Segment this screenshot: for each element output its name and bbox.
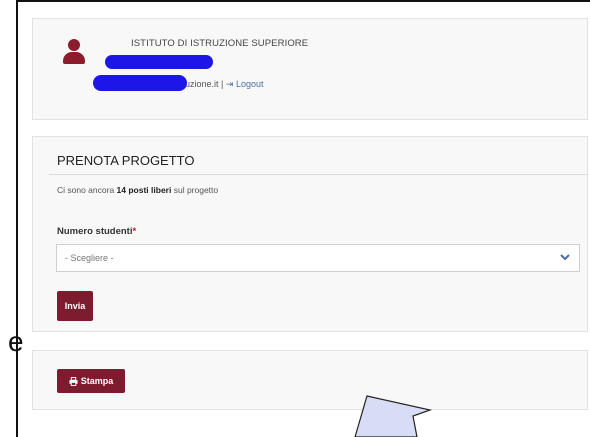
printer-icon bbox=[69, 376, 78, 386]
chevron-down-icon bbox=[560, 254, 570, 261]
section-title: PRENOTA PROGETTO bbox=[57, 153, 195, 168]
available-seats: 14 posti liberi bbox=[116, 185, 172, 195]
print-button[interactable]: Stampa bbox=[57, 369, 125, 393]
print-label: Stampa bbox=[80, 376, 114, 386]
user-panel: ISTITUTO DI ISTRUZIONE SUPERIORE istruzi… bbox=[32, 18, 588, 120]
stray-text: e bbox=[8, 326, 24, 357]
school-name: ISTITUTO DI ISTRUZIONE SUPERIORE bbox=[131, 38, 309, 49]
submit-button[interactable]: Invia bbox=[57, 291, 93, 321]
logout-icon: ⇥ bbox=[225, 79, 234, 89]
booking-panel: PRENOTA PROGETTO Ci sono ancora 14 posti… bbox=[32, 136, 588, 332]
redaction-mark bbox=[105, 55, 213, 69]
user-icon bbox=[63, 39, 85, 69]
divider bbox=[49, 174, 587, 175]
availability-text: Ci sono ancora 14 posti liberi sul proge… bbox=[57, 185, 219, 195]
students-field-label: Numero studenti* bbox=[57, 226, 137, 237]
print-panel: Stampa bbox=[32, 350, 588, 410]
redaction-mark bbox=[93, 75, 187, 91]
logout-link[interactable]: ⇥ Logout bbox=[226, 79, 264, 89]
select-value: - Scegliere - bbox=[65, 253, 114, 263]
separator: | bbox=[221, 79, 224, 89]
students-select[interactable]: - Scegliere - bbox=[56, 244, 580, 272]
logout-label: Logout bbox=[235, 79, 264, 89]
required-asterisk: * bbox=[132, 226, 137, 237]
mouse-cursor-icon bbox=[354, 395, 433, 437]
